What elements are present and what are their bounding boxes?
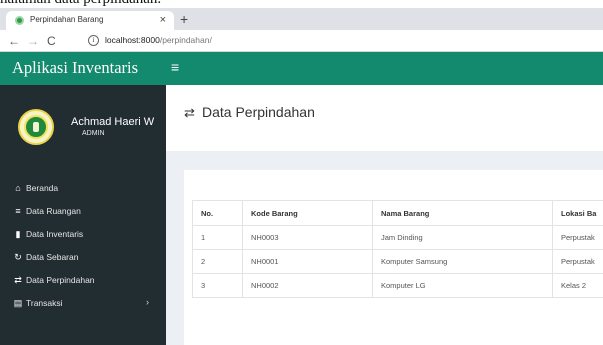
cell-nama-barang: Komputer LG (372, 273, 553, 298)
cell-lokasi: Perpustak (552, 225, 603, 250)
sidebar: Aplikasi Inventaris Achmad Haeri W ADMIN… (0, 52, 166, 345)
caption-text: halaman data perpindahan. (0, 0, 161, 8)
list-icon: ≡ (15, 206, 21, 216)
user-role: ADMIN (82, 130, 105, 137)
info-icon[interactable]: i (88, 35, 99, 46)
cell-nama-barang: Jam Dinding (372, 225, 553, 250)
exchange-icon: ⇄ (184, 105, 195, 120)
column-header-nama-barang[interactable]: Nama Barang (372, 200, 553, 226)
sidebar-item-label: Transaksi (26, 298, 63, 308)
cell-no: 3 (192, 273, 243, 298)
url-text: localhost:8000/perpindahan/ (105, 35, 212, 45)
sidebar-menu: ⌂ Beranda ≡ Data Ruangan ▮ Data Inventar… (0, 178, 166, 316)
brand-name: Aplikasi Inventaris (12, 58, 139, 77)
caption-fragment: halaman data perpindahan. (0, 0, 603, 8)
sidebar-item-label: Beranda (26, 183, 59, 193)
sidebar-item-beranda[interactable]: ⌂ Beranda (0, 178, 166, 201)
page-title: Data Perpindahan (202, 104, 315, 120)
emblem-icon (24, 115, 48, 139)
cell-lokasi: Kelas 2 (552, 273, 603, 298)
table-container: No. Kode Barang Nama Barang Lokasi Ba 1 … (192, 200, 603, 300)
cell-kode-barang: NH0003 (242, 225, 373, 250)
cell-kode-barang: NH0001 (242, 249, 373, 274)
table-icon: ▤ (13, 298, 23, 308)
close-tab-icon[interactable]: × (160, 13, 166, 27)
menu-toggle-icon[interactable]: ≡ (171, 57, 187, 77)
cell-no: 1 (192, 225, 243, 250)
brand-logo[interactable]: Aplikasi Inventaris (0, 52, 166, 85)
cell-lokasi: Perpustak (552, 249, 603, 274)
rotate-icon: ↻ (14, 252, 22, 262)
column-header-no[interactable]: No. (192, 200, 243, 226)
avatar (18, 109, 54, 145)
table-row: 1 NH0003 Jam Dinding Perpustak (192, 225, 603, 250)
cell-nama-barang: Komputer Samsung (372, 249, 553, 274)
url-host: localhost:8000 (105, 35, 160, 45)
file-icon: ▮ (15, 229, 21, 239)
sidebar-item-label: Data Perpindahan (26, 275, 95, 285)
new-tab-button[interactable]: + (180, 11, 188, 27)
cell-kode-barang: NH0002 (242, 273, 373, 298)
forward-button[interactable]: → (27, 33, 39, 49)
perpindahan-table: No. Kode Barang Nama Barang Lokasi Ba 1 … (192, 200, 603, 298)
url-path: /perpindahan/ (159, 35, 212, 45)
sidebar-item-data-perpindahan[interactable]: ⇄ Data Perpindahan (0, 270, 166, 293)
favicon-icon (15, 16, 24, 25)
top-navbar (166, 52, 603, 85)
sidebar-item-label: Data Ruangan (26, 206, 81, 216)
home-icon: ⌂ (15, 183, 21, 193)
back-button[interactable]: ← (8, 33, 20, 49)
sidebar-item-label: Data Sebaran (26, 252, 79, 262)
address-bar: ← → C i localhost:8000/perpindahan/ (0, 30, 603, 52)
column-header-lokasi[interactable]: Lokasi Ba (552, 200, 603, 226)
table-row: 3 NH0002 Komputer LG Kelas 2 (192, 273, 603, 298)
table-header-row: No. Kode Barang Nama Barang Lokasi Ba (192, 200, 603, 226)
table-row: 2 NH0001 Komputer Samsung Perpustak (192, 249, 603, 274)
browser-tab-bar: Perpindahan Barang × + (0, 8, 603, 30)
url-field[interactable]: i localhost:8000/perpindahan/ (78, 33, 598, 49)
cell-no: 2 (192, 249, 243, 274)
column-header-kode-barang[interactable]: Kode Barang (242, 200, 373, 226)
chevron-right-icon: › (146, 297, 149, 307)
sidebar-item-transaksi[interactable]: ▤ Transaksi › (0, 293, 166, 316)
user-panel: Achmad Haeri W ADMIN (0, 85, 166, 163)
reload-button[interactable]: C (47, 33, 56, 49)
tab-title: Perpindahan Barang (30, 15, 104, 24)
user-name: Achmad Haeri W (71, 116, 155, 128)
browser-tab[interactable]: Perpindahan Barang × (6, 11, 174, 30)
sidebar-item-label: Data Inventaris (26, 229, 84, 239)
sidebar-item-data-ruangan[interactable]: ≡ Data Ruangan (0, 201, 166, 224)
exchange-icon: ⇄ (14, 275, 22, 285)
sidebar-item-data-inventaris[interactable]: ▮ Data Inventaris (0, 224, 166, 247)
sidebar-item-data-sebaran[interactable]: ↻ Data Sebaran (0, 247, 166, 270)
